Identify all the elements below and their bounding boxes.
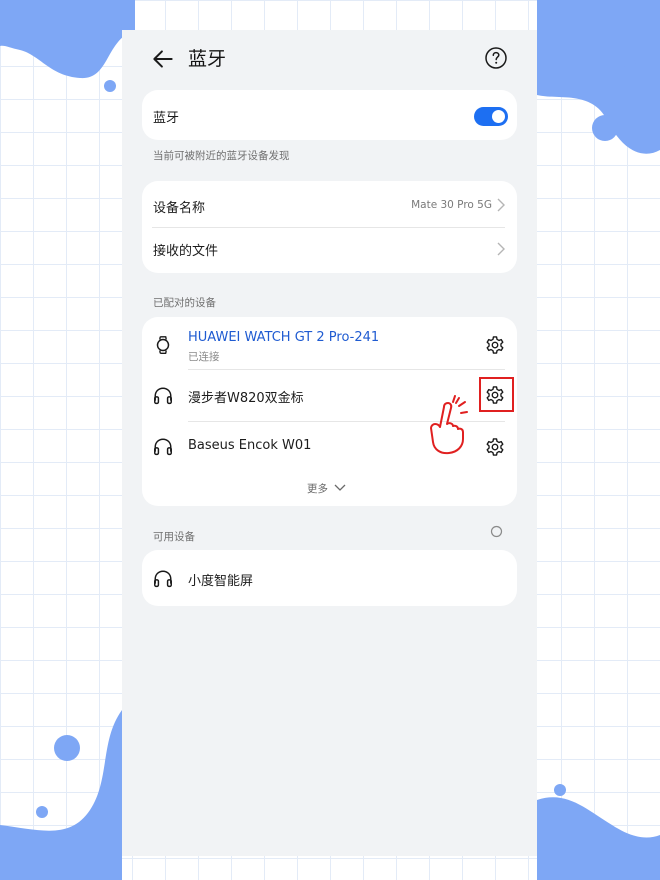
available-devices-card: 小度智能屏 <box>142 550 517 606</box>
received-files-row[interactable]: 接收的文件 <box>142 227 517 273</box>
device-info-card: 设备名称 Mate 30 Pro 5G 接收的文件 <box>142 181 517 273</box>
device-name: HUAWEI WATCH GT 2 Pro-241 <box>188 330 380 345</box>
page-title: 蓝牙 <box>188 48 227 70</box>
more-label: 更多 <box>307 483 328 495</box>
paired-device-row[interactable]: HUAWEI WATCH GT 2 Pro-241 已连接 <box>142 317 517 369</box>
background-blob-bottom-left <box>0 710 122 880</box>
bluetooth-toggle-card: 蓝牙 <box>142 90 517 140</box>
chevron-down-icon <box>334 484 346 491</box>
device-name-value: Mate 30 Pro 5G <box>411 199 492 211</box>
headphones-icon <box>154 570 172 588</box>
gear-icon[interactable] <box>484 436 506 458</box>
tap-hand-icon <box>430 395 468 455</box>
device-name-label: 设备名称 <box>153 201 206 216</box>
chevron-right-icon <box>497 198 505 212</box>
chevron-right-icon <box>497 242 505 256</box>
bluetooth-settings-screen: 蓝牙 蓝牙 当前可被附近的蓝牙设备发现 设备名称 Mate 30 Pro 5G … <box>122 30 537 856</box>
received-files-label: 接收的文件 <box>153 244 219 259</box>
device-name-row[interactable]: 设备名称 Mate 30 Pro 5G <box>142 181 517 227</box>
paired-section-title: 已配对的设备 <box>153 297 216 309</box>
back-arrow-icon[interactable] <box>150 46 176 72</box>
highlight-box <box>479 377 514 412</box>
available-device-row[interactable]: 小度智能屏 <box>142 550 517 606</box>
headphones-icon <box>154 387 172 405</box>
more-button[interactable]: 更多 <box>142 475 517 503</box>
loading-spinner-icon <box>490 525 503 538</box>
bluetooth-label: 蓝牙 <box>153 111 180 126</box>
app-bar: 蓝牙 <box>122 30 537 88</box>
toggle-knob <box>492 110 505 123</box>
bluetooth-toggle[interactable] <box>474 107 508 126</box>
background-blob-top-right <box>537 0 660 154</box>
headphones-icon <box>154 438 172 456</box>
watch-icon <box>156 336 170 354</box>
discoverable-text: 当前可被附近的蓝牙设备发现 <box>153 150 290 162</box>
device-name: 漫步者W820双金标 <box>188 391 304 406</box>
device-name: 小度智能屏 <box>188 574 254 589</box>
background-blob-top-left <box>0 0 135 92</box>
available-section-title: 可用设备 <box>153 531 195 543</box>
device-name: Baseus Encok W01 <box>188 438 312 453</box>
gear-icon[interactable] <box>484 334 506 356</box>
background-blob-bottom-right <box>537 784 660 880</box>
device-status: 已连接 <box>188 351 220 363</box>
help-icon[interactable] <box>484 46 508 70</box>
